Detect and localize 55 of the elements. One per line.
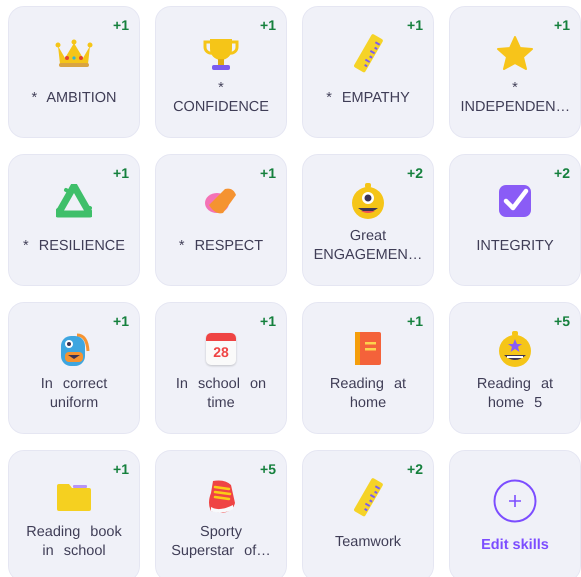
skill-card[interactable]: +1 28 In school on time [155, 302, 287, 434]
skill-label: Reading at home [328, 375, 408, 413]
skill-card[interactable]: +1 * CONFIDENCE [155, 6, 287, 138]
monster-icon [497, 330, 533, 368]
skill-card[interactable]: +2 Great ENGAGEMEN… [302, 154, 434, 286]
skill-label: * EMPATHY [325, 88, 411, 108]
points-label: +1 [113, 165, 129, 181]
points-label: +1 [407, 17, 423, 33]
skill-card[interactable]: +1 * INDEPENDEN… [449, 6, 581, 138]
skill-label: Reading book in school [25, 523, 123, 561]
skill-card[interactable]: +2 Teamwork [302, 450, 434, 577]
monster-icon [350, 182, 386, 220]
skill-label: In school on time [174, 375, 268, 413]
skill-card[interactable]: +1 * RESPECT [155, 154, 287, 286]
plus-icon [493, 479, 537, 523]
skill-label: * RESILIENCE [22, 236, 126, 256]
skill-label: Teamwork [334, 532, 402, 552]
points-label: +1 [260, 165, 276, 181]
skill-label: * INDEPENDEN… [460, 79, 570, 117]
points-label: +1 [113, 313, 129, 329]
checkbox-icon [498, 184, 532, 218]
skill-label: Reading at home 5 [476, 375, 554, 413]
skill-label: * RESPECT [178, 236, 264, 256]
skill-card[interactable]: +1 In correct uniform [8, 302, 140, 434]
skill-label: * CONFIDENCE [172, 79, 270, 117]
skill-label: INTEGRITY [475, 236, 555, 256]
points-label: +1 [113, 461, 129, 477]
skill-card[interactable]: +1 * EMPATHY [302, 6, 434, 138]
skill-label: Great ENGAGEMEN… [314, 227, 422, 265]
skill-card[interactable]: +1 * AMBITION [8, 6, 140, 138]
points-label: +1 [407, 313, 423, 329]
points-label: +2 [407, 461, 423, 477]
skill-card[interactable]: +1 Reading book in school [8, 450, 140, 577]
crown-icon [55, 38, 93, 68]
points-label: +1 [260, 313, 276, 329]
calendar-icon: 28 [206, 333, 236, 365]
skill-label: In correct uniform [40, 375, 108, 413]
skill-card[interactable]: +5 Sporty Superstar of… [155, 450, 287, 577]
skill-card[interactable]: +1 * RESILIENCE [8, 154, 140, 286]
points-label: +2 [407, 165, 423, 181]
skill-card[interactable]: +1 Reading at home [302, 302, 434, 434]
skill-card[interactable]: +2 INTEGRITY [449, 154, 581, 286]
points-label: +5 [554, 313, 570, 329]
edit-skills-button[interactable]: Edit skills [449, 450, 581, 577]
book-icon [353, 330, 383, 368]
skill-card[interactable]: +5 Reading at home 5 [449, 302, 581, 434]
folder-icon [55, 482, 93, 512]
points-label: +1 [113, 17, 129, 33]
star-icon [497, 36, 533, 70]
skill-label: * AMBITION [30, 88, 118, 108]
points-label: +1 [260, 17, 276, 33]
points-label: +1 [554, 17, 570, 33]
skill-label: Sporty Superstar of… [170, 523, 272, 561]
points-label: +5 [260, 461, 276, 477]
points-label: +2 [554, 165, 570, 181]
